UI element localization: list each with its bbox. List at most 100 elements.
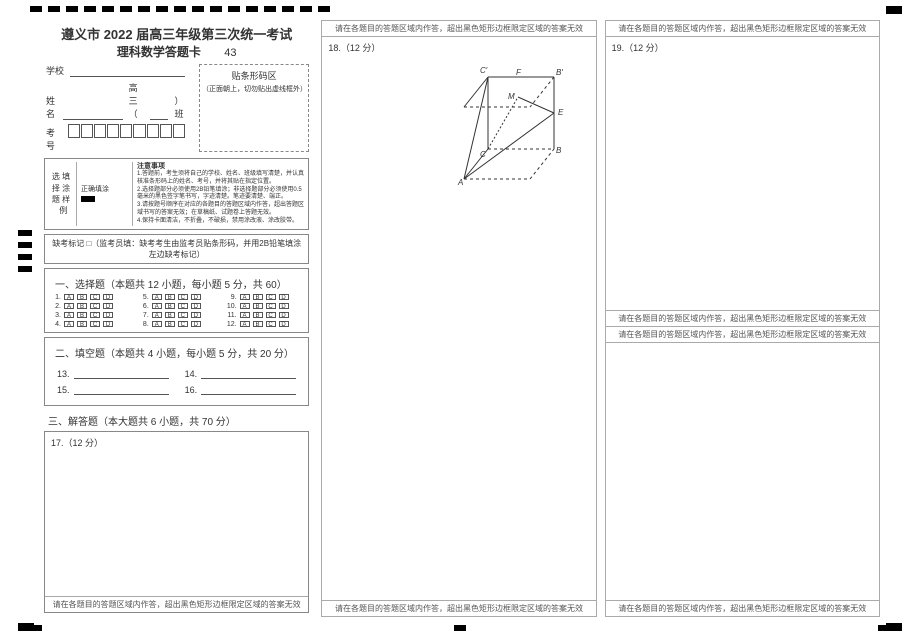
mcq-bubble-D[interactable]: D	[279, 294, 289, 300]
mcq-number: 6.	[137, 303, 149, 310]
boundary-notice: 请在各题目的答题区域内作答，超出黑色矩形边框限定区域的答案无效	[606, 21, 879, 37]
mcq-bubble-B[interactable]: B	[253, 303, 263, 309]
question-17-area[interactable]: 17.（12 分） 请在各题目的答题区域内作答，超出黑色矩形边框限定区域的答案无…	[44, 431, 309, 613]
name-row: 姓名 高三（ ）班	[40, 79, 191, 122]
mcq-row-5: 5.ABCD	[137, 294, 217, 301]
mcq-number: 10.	[225, 303, 237, 310]
mcq-bubble-A[interactable]: A	[240, 303, 250, 309]
mcq-bubble-D[interactable]: D	[103, 312, 113, 318]
section2-title: 二、填空题（本题共 4 小题，每小题 5 分，共 20 分）	[49, 342, 304, 363]
exam-id-digit[interactable]	[133, 124, 145, 138]
left-timing-marks	[18, 230, 32, 272]
boundary-notice: 请在各题目的答题区域内作答，超出黑色矩形边框限定区域的答案无效	[606, 600, 879, 616]
fill-example-label: 选 填 择 涂 题 样 例	[49, 162, 77, 226]
mcq-bubble-A[interactable]: A	[152, 303, 162, 309]
exam-id-digit[interactable]	[94, 124, 106, 138]
exam-id-digit[interactable]	[81, 124, 93, 138]
question-19-area-upper[interactable]: 19.（12 分） 请在各题目的答题区域内作答，超出黑色矩形边框限定区域的答案无…	[606, 37, 879, 327]
column-1: 遵义市 2022 届高三年级第三次统一考试 理科数学答题卡 43 学校 姓名 高…	[40, 20, 313, 617]
mcq-bubble-B[interactable]: B	[253, 312, 263, 318]
geom-label-M: M	[508, 92, 515, 101]
mcq-bubble-B[interactable]: B	[77, 312, 87, 318]
mcq-bubble-C[interactable]: C	[266, 321, 276, 327]
mcq-row-6: 6.ABCD	[137, 303, 217, 310]
mcq-bubble-A[interactable]: A	[152, 321, 162, 327]
mcq-bubble-D[interactable]: D	[191, 321, 201, 327]
mcq-bubble-D[interactable]: D	[191, 294, 201, 300]
mcq-bubble-D[interactable]: D	[103, 294, 113, 300]
mcq-bubble-D[interactable]: D	[103, 321, 113, 327]
mcq-bubble-B[interactable]: B	[253, 294, 263, 300]
school-input[interactable]	[70, 67, 185, 77]
fill-blank-input[interactable]	[201, 385, 296, 395]
mcq-number: 3.	[49, 312, 61, 319]
corner-mark	[886, 6, 902, 14]
mcq-row-3: 3.ABCD	[49, 312, 129, 319]
mcq-bubble-A[interactable]: A	[64, 321, 74, 327]
mcq-bubble-C[interactable]: C	[178, 321, 188, 327]
mcq-bubble-D[interactable]: D	[191, 312, 201, 318]
fill-blank-row: 14.	[185, 369, 297, 379]
mcq-bubble-D[interactable]: D	[279, 303, 289, 309]
mcq-bubble-A[interactable]: A	[64, 294, 74, 300]
fill-blank-input[interactable]	[74, 369, 169, 379]
geom-label-F: F	[516, 68, 522, 77]
fill-blank-input[interactable]	[74, 385, 169, 395]
barcode-zone[interactable]: 贴条形码区 （正面朝上，切勿贴出虚线框外）	[199, 64, 309, 152]
fill-blank-label: 13.	[57, 369, 70, 379]
mcq-bubble-C[interactable]: C	[266, 303, 276, 309]
exam-id-digit[interactable]	[160, 124, 172, 138]
exam-id-digit[interactable]	[68, 124, 80, 138]
mcq-bubble-C[interactable]: C	[90, 303, 100, 309]
mcq-bubble-B[interactable]: B	[165, 303, 175, 309]
mcq-bubble-B[interactable]: B	[165, 294, 175, 300]
mcq-bubble-C[interactable]: C	[178, 294, 188, 300]
mcq-bubble-C[interactable]: C	[90, 294, 100, 300]
mcq-bubble-B[interactable]: B	[77, 294, 87, 300]
fill-blank-label: 14.	[185, 369, 198, 379]
mcq-bubble-D[interactable]: D	[103, 303, 113, 309]
card-number: 43	[224, 47, 236, 59]
name-label: 姓名	[46, 94, 57, 120]
mcq-bubble-A[interactable]: A	[240, 321, 250, 327]
mcq-bubble-D[interactable]: D	[279, 321, 289, 327]
mcq-bubble-D[interactable]: D	[191, 303, 201, 309]
exam-id-digit[interactable]	[120, 124, 132, 138]
mcq-bubble-C[interactable]: C	[178, 312, 188, 318]
mcq-bubble-B[interactable]: B	[77, 303, 87, 309]
mcq-bubble-C[interactable]: C	[90, 321, 100, 327]
question-19-area-lower[interactable]: 请在各题目的答题区域内作答，超出黑色矩形边框限定区域的答案无效	[606, 327, 879, 616]
mcq-row-12: 12.ABCD	[225, 321, 305, 328]
exam-id-digit[interactable]	[173, 124, 185, 138]
fill-blank-input[interactable]	[201, 369, 296, 379]
mcq-bubble-B[interactable]: B	[165, 312, 175, 318]
mcq-bubble-C[interactable]: C	[90, 312, 100, 318]
title-block: 遵义市 2022 届高三年级第三次统一考试 理科数学答题卡 43	[40, 20, 313, 62]
instruction-box: 选 填 择 涂 题 样 例 正确填涂 注意事项 1.答题前，考生须将自己的学校、…	[44, 158, 309, 230]
mcq-bubble-C[interactable]: C	[178, 303, 188, 309]
school-row: 学校	[40, 62, 191, 79]
mcq-row-10: 10.ABCD	[225, 303, 305, 310]
mcq-bubble-A[interactable]: A	[152, 294, 162, 300]
mcq-bubble-B[interactable]: B	[77, 321, 87, 327]
bottom-timing-marks	[30, 625, 890, 631]
section3-title: 三、解答题（本大题共 6 小题，共 70 分）	[40, 410, 313, 431]
question-18-area[interactable]: 18.（12 分）	[322, 37, 595, 616]
class-input[interactable]	[150, 110, 168, 120]
mcq-bubble-A[interactable]: A	[240, 312, 250, 318]
name-input[interactable]	[63, 110, 123, 120]
exam-id-digit[interactable]	[147, 124, 159, 138]
mcq-bubble-B[interactable]: B	[253, 321, 263, 327]
mcq-bubble-D[interactable]: D	[279, 312, 289, 318]
mcq-bubble-A[interactable]: A	[64, 303, 74, 309]
mcq-bubble-A[interactable]: A	[240, 294, 250, 300]
mcq-bubble-B[interactable]: B	[165, 321, 175, 327]
notice-text: 注意事项 1.答题前，考生须将自己的学校、姓名、班级填写清楚，并认真核准条形码上…	[137, 162, 304, 226]
mcq-number: 12.	[225, 321, 237, 328]
mcq-bubble-C[interactable]: C	[266, 312, 276, 318]
corner-mark	[18, 623, 34, 631]
exam-id-digit[interactable]	[107, 124, 119, 138]
mcq-bubble-C[interactable]: C	[266, 294, 276, 300]
mcq-bubble-A[interactable]: A	[152, 312, 162, 318]
mcq-bubble-A[interactable]: A	[64, 312, 74, 318]
